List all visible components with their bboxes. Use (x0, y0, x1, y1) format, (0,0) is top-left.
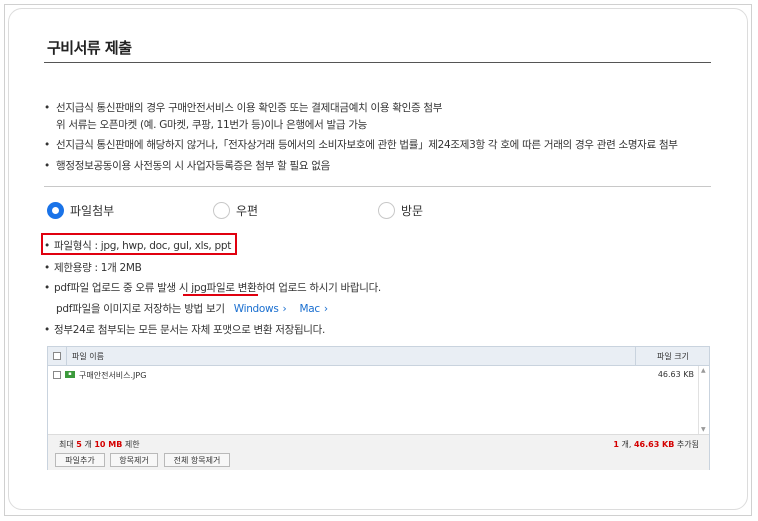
divider (44, 186, 711, 187)
note-item: 선지급식 통신판매에 해당하지 않거나,「전자상거래 등에서의 소비자보호에 관… (44, 137, 678, 154)
limit-mid: 개 (84, 440, 92, 449)
column-file-size: 파일 크기 (657, 352, 689, 361)
file-name: 구매안전서비스.JPG (79, 371, 147, 380)
size-limit-text: 제한용량 : 1개 2MB (54, 262, 142, 274)
radio-unchecked-icon (378, 202, 395, 219)
jpg-file-icon: ▪ (65, 371, 75, 378)
pdf-notice: • pdf파일 업로드 중 오류 발생 시 jpg파일로 변환하여 업로드 하시기… (44, 282, 381, 294)
select-all-checkbox[interactable] (53, 352, 61, 360)
section-title: 구비서류 제출 (47, 39, 132, 57)
radio-file-attach[interactable]: 파일첨부 (47, 202, 114, 219)
pdf-howto: pdf파일을 이미지로 저장하는 방법 보기 Windows › Mac › (56, 301, 328, 316)
radio-label: 방문 (401, 204, 424, 218)
scroll-up-icon[interactable]: ▲ (701, 367, 706, 374)
note-text: 선지급식 통신판매의 경우 구매안전서비스 이용 확인증 또는 결제대금예치 이… (56, 102, 443, 114)
scroll-down-icon[interactable]: ▼ (701, 426, 706, 433)
limit-prefix: 최대 (59, 440, 74, 449)
highlight-underline (183, 294, 258, 296)
column-divider (66, 347, 67, 365)
file-size: 46.63 KB (657, 370, 694, 379)
remove-item-button[interactable]: 항목제거 (110, 453, 158, 467)
windows-link[interactable]: Windows › (234, 303, 287, 315)
note-text: 행정정보공동이용 사전동의 시 사업자등록증은 첨부 할 필요 없음 (56, 160, 330, 172)
note-text: 선지급식 통신판매에 해당하지 않거나,「전자상거래 등에서의 소비자보호에 관… (56, 139, 678, 151)
limit-count: 5 (76, 440, 82, 449)
highlight-box (41, 233, 237, 255)
upload-total: 1 개, 46.63 KB 추가됨 (613, 439, 699, 450)
total-suffix: 추가됨 (676, 440, 699, 449)
file-upload-box: 파일 이름 파일 크기 ▪ 구매안전서비스.JPG 46.63 KB ▲ ▼ 최… (47, 346, 710, 470)
mac-link-label: Mac (299, 303, 320, 315)
radio-mail[interactable]: 우편 (213, 202, 258, 219)
file-row[interactable]: ▪ 구매안전서비스.JPG 46.63 KB (48, 368, 694, 382)
file-table-header: 파일 이름 파일 크기 (48, 347, 709, 366)
radio-unchecked-icon (213, 202, 230, 219)
chevron-right-icon: › (323, 303, 328, 315)
limit-suffix: 제한 (124, 440, 140, 449)
size-limit-info: • 제한용량 : 1개 2MB (44, 262, 142, 274)
column-file-name: 파일 이름 (72, 352, 104, 361)
remove-all-button[interactable]: 전체 항목제거 (164, 453, 230, 467)
pdf-notice-text: pdf파일 업로드 중 오류 발생 시 jpg파일로 변환하여 업로드 하시기 … (54, 282, 381, 294)
title-divider (44, 62, 711, 63)
file-list-scrollbar[interactable]: ▲ ▼ (698, 366, 709, 434)
total-count: 1 (613, 440, 619, 449)
add-file-button[interactable]: 파일추가 (55, 453, 105, 467)
limit-size: 10 MB (94, 440, 123, 449)
radio-visit[interactable]: 방문 (378, 202, 423, 219)
file-button-bar: 파일추가 항목제거 전체 항목제거 (48, 451, 709, 470)
radio-label: 우편 (236, 204, 259, 218)
auto-convert-info: • 정부24로 첨부되는 모든 문서는 자체 포맷으로 변환 저장됩니다. (44, 324, 326, 336)
radio-checked-icon (47, 202, 64, 219)
file-summary-bar: 최대 5 개 10 MB 제한 1 개, 46.63 KB 추가됨 (48, 434, 709, 452)
file-checkbox[interactable] (53, 371, 61, 379)
note-text: 위 서류는 오픈마켓 (예. G마켓, 쿠팡, 11번가 등)이나 은행에서 발… (56, 119, 368, 131)
windows-link-label: Windows (233, 303, 279, 315)
column-divider (635, 347, 636, 365)
pdf-howto-text: pdf파일을 이미지로 저장하는 방법 보기 (56, 303, 225, 315)
auto-convert-text: 정부24로 첨부되는 모든 문서는 자체 포맷으로 변환 저장됩니다. (54, 324, 326, 336)
radio-label: 파일첨부 (70, 204, 115, 218)
total-size: 46.63 KB (633, 440, 675, 449)
chevron-right-icon: › (282, 303, 287, 315)
note-item: 행정정보공동이용 사전동의 시 사업자등록증은 첨부 할 필요 없음 (44, 158, 330, 175)
note-item: 선지급식 통신판매의 경우 구매안전서비스 이용 확인증 또는 결제대금예치 이… (44, 100, 442, 134)
upload-limit: 최대 5 개 10 MB 제한 (59, 439, 140, 450)
total-mid: 개, (621, 440, 632, 449)
mac-link[interactable]: Mac › (299, 303, 328, 315)
